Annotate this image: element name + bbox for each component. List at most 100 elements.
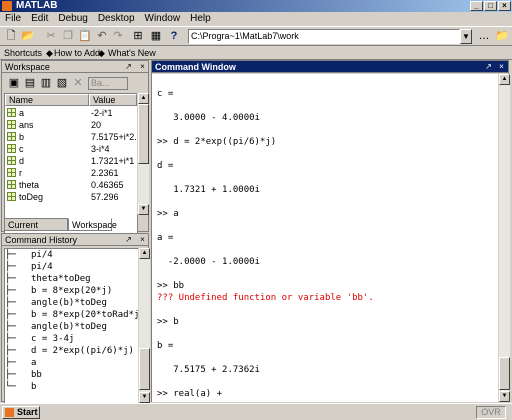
new-file-icon[interactable]: 🗋	[3, 29, 19, 44]
table-row[interactable]: c 3-i*4	[5, 143, 137, 155]
matlab-logo-icon	[2, 1, 12, 11]
tab-workspace[interactable]: Workspace	[68, 218, 117, 231]
delete-icon[interactable]: ✕	[70, 76, 86, 91]
minimize-button[interactable]: _	[470, 1, 483, 11]
menu-file[interactable]: File	[0, 12, 26, 26]
variable-icon	[7, 156, 16, 165]
import-data-icon[interactable]: ▥	[38, 76, 54, 91]
command-window-panel: Command Window ↗ × c = 3.0000 - 4.0000i >…	[151, 60, 510, 402]
save-icon[interactable]: ▧	[54, 76, 70, 91]
output-line: 1.7321 + 1.0000i	[157, 185, 260, 195]
scroll-up-icon[interactable]: ▲	[139, 248, 150, 259]
scroll-thumb[interactable]	[499, 357, 510, 390]
copy-icon[interactable]: ❐	[60, 29, 76, 44]
guide-icon[interactable]: ▦	[148, 29, 164, 44]
undock-icon[interactable]: ↗	[484, 62, 493, 71]
variable-icon	[7, 132, 16, 141]
table-row[interactable]: a -2-i*1	[5, 107, 137, 119]
undock-icon[interactable]: ↗	[124, 235, 133, 244]
stack-select[interactable]: Ba...	[88, 77, 128, 90]
list-item[interactable]: ├─ pi/4	[5, 261, 53, 273]
open-file-icon[interactable]: 📂	[20, 29, 36, 44]
list-item[interactable]: ├─ a	[5, 357, 36, 369]
table-row[interactable]: d 1.7321+i*1	[5, 155, 137, 167]
simulink-icon[interactable]: ⊞	[130, 29, 146, 44]
list-item[interactable]: ├─ d = 2*exp((pi/6)*j)	[5, 345, 134, 357]
output-line: 3.0000 - 4.0000i	[157, 113, 260, 123]
list-item[interactable]: ├─ pi/4	[5, 249, 53, 261]
table-row[interactable]: b 7.5175+i*2.	[5, 131, 137, 143]
chevron-down-icon[interactable]: ▼	[460, 29, 472, 44]
workspace-panel: Workspace ↗ × ▣ ▤ ▥ ▧ ✕ Ba... Name Value…	[1, 60, 149, 267]
start-button[interactable]: Start	[2, 406, 40, 419]
new-variable-icon[interactable]: ▣	[6, 76, 22, 91]
command-window-title: Command Window	[152, 61, 508, 73]
overwrite-indicator: OVR	[476, 406, 506, 419]
open-variable-icon[interactable]: ▤	[22, 76, 38, 91]
current-directory-field[interactable]: C:\Progra~1\MatLab7\work	[188, 29, 460, 44]
list-item[interactable]: ├─ b = 8*exp(20*toRad*j	[5, 309, 139, 321]
status-bar: Start OVR	[0, 403, 512, 420]
scroll-up-icon[interactable]: ▲	[138, 93, 149, 104]
maximize-button[interactable]: □	[484, 1, 497, 11]
scroll-down-icon[interactable]: ▼	[499, 391, 510, 402]
tab-current-directory[interactable]: Current Directory	[4, 218, 68, 242]
list-item[interactable]: ├─ angle(b)*toDeg	[5, 297, 107, 309]
shortcuts-label[interactable]: Shortcuts	[4, 46, 42, 60]
list-item[interactable]: ├─ b = 8*exp(20*j)	[5, 285, 112, 297]
history-scrollbar[interactable]: ▲ ▼	[138, 248, 150, 403]
undock-icon[interactable]: ↗	[124, 62, 133, 71]
menu-debug[interactable]: Debug	[53, 12, 92, 26]
scroll-thumb[interactable]	[139, 348, 150, 390]
menu-bar: File Edit Debug Desktop Window Help	[0, 12, 512, 26]
close-icon[interactable]: ×	[138, 62, 147, 71]
title-bar: MATLAB _ □ ×	[0, 0, 512, 12]
output-line: >> d = 2*exp((pi/6)*j)	[157, 137, 277, 147]
variable-icon	[7, 144, 16, 153]
browse-icon[interactable]: …	[476, 29, 492, 44]
history-list: ├─ pi/4 ├─ pi/4 ├─ theta*toDeg ├─ b = 8*exp(…	[4, 248, 140, 405]
close-icon[interactable]: ×	[497, 62, 506, 71]
table-row[interactable]: ans 20	[5, 119, 137, 131]
scroll-thumb[interactable]	[138, 104, 149, 164]
output-line: a =	[157, 233, 174, 243]
shortcut-whats-new[interactable]: What's New	[108, 46, 156, 60]
menu-window[interactable]: Window	[140, 12, 186, 26]
list-item[interactable]: └─ b	[5, 381, 36, 393]
shortcut-how-to-add[interactable]: How to Add	[54, 46, 100, 60]
window-title: MATLAB	[16, 0, 58, 11]
table-row[interactable]: toDeg 57.296	[5, 191, 137, 203]
workspace-scrollbar[interactable]: ▲ ▼	[137, 93, 149, 215]
help-icon[interactable]: ?	[166, 29, 182, 44]
list-item[interactable]: ├─ bb	[5, 369, 42, 381]
shortcuts-bar: Shortcuts ◆ How to Add ◆ What's New	[0, 46, 512, 60]
column-value[interactable]: Value	[89, 94, 137, 106]
table-row[interactable]: r 2.2361	[5, 167, 137, 179]
close-icon[interactable]: ×	[138, 235, 147, 244]
up-folder-icon[interactable]: 📁	[494, 29, 510, 44]
list-item[interactable]: ├─ c = 3-4j	[5, 333, 74, 345]
cut-icon[interactable]: ✂	[43, 29, 59, 44]
menu-help[interactable]: Help	[185, 12, 216, 26]
scroll-down-icon[interactable]: ▼	[139, 392, 150, 403]
variable-icon	[7, 108, 16, 117]
paste-icon[interactable]: 📋	[77, 29, 93, 44]
error-line: ??? Undefined function or variable 'bb'.	[157, 293, 374, 303]
output-line: >> a	[157, 209, 179, 219]
column-name[interactable]: Name	[5, 94, 89, 106]
undo-icon[interactable]: ↶	[94, 29, 110, 44]
variable-icon	[7, 120, 16, 129]
scroll-down-icon[interactable]: ▼	[138, 204, 149, 215]
table-row[interactable]: theta 0.46365	[5, 179, 137, 191]
list-item[interactable]: ├─ angle(b)*toDeg	[5, 321, 107, 333]
matlab-logo-icon	[5, 408, 14, 417]
command-output[interactable]: c = 3.0000 - 4.0000i >> d = 2*exp((pi/6)*…	[152, 74, 498, 402]
output-line: -2.0000 - 1.0000i	[157, 257, 260, 267]
menu-edit[interactable]: Edit	[26, 12, 53, 26]
close-button[interactable]: ×	[498, 1, 511, 11]
list-item[interactable]: ├─ theta*toDeg	[5, 273, 91, 285]
menu-desktop[interactable]: Desktop	[93, 12, 140, 26]
redo-icon[interactable]: ↷	[110, 29, 126, 44]
scroll-up-icon[interactable]: ▲	[499, 74, 510, 85]
command-scrollbar[interactable]: ▲ ▼	[498, 74, 510, 402]
